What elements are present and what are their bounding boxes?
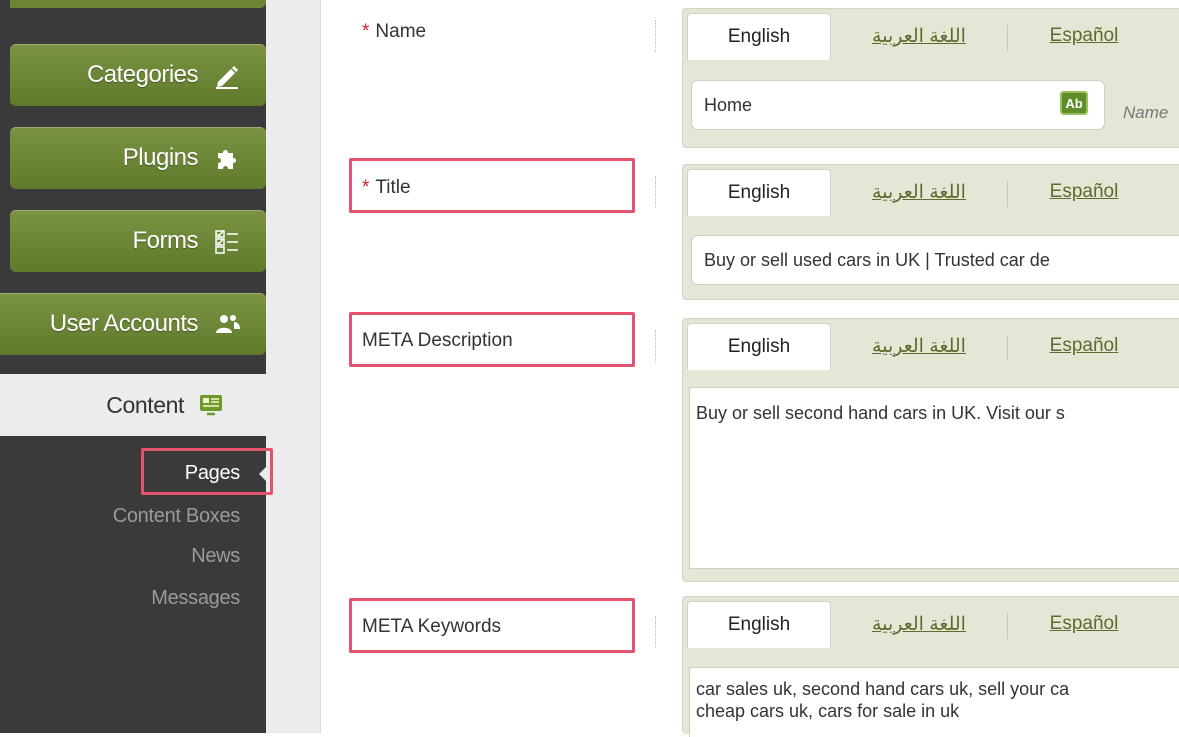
meta-description-label: META Description — [362, 330, 513, 351]
nav-user-accounts-button[interactable]: User Accounts — [0, 293, 266, 355]
name-field-panel: English اللغة العربية Español Home Ab Na… — [682, 8, 1179, 148]
nav-plugins-button[interactable]: Plugins — [10, 127, 266, 189]
nav-categories-button[interactable]: Categories — [10, 44, 266, 106]
tab-arabic[interactable]: اللغة العربية — [831, 323, 1007, 369]
tab-spanish[interactable]: Español — [1009, 323, 1159, 369]
monitor-icon — [198, 392, 224, 418]
tab-spanish[interactable]: Español — [1009, 13, 1159, 59]
language-tabs: English اللغة العربية Español — [687, 9, 1179, 60]
label-divider — [655, 616, 657, 648]
label-divider — [655, 176, 657, 208]
title-field-panel: English اللغة العربية Español Buy or sel… — [682, 164, 1179, 300]
meta-description-textarea[interactable]: Buy or sell second hand cars in UK. Visi… — [689, 387, 1179, 569]
sub-item-news[interactable]: News — [191, 545, 240, 568]
tab-arabic[interactable]: اللغة العربية — [831, 601, 1007, 647]
tab-english[interactable]: English — [687, 169, 831, 216]
tab-spanish[interactable]: Español — [1009, 169, 1159, 215]
nav-label: User Accounts — [49, 310, 199, 337]
checklist-icon — [212, 226, 242, 256]
users-icon — [212, 309, 242, 339]
nav-label: Categories — [86, 61, 199, 88]
sub-item-content-boxes[interactable]: Content Boxes — [113, 505, 241, 528]
nav-button-edge — [10, 0, 266, 8]
meta-description-field-panel: English اللغة العربية Español Buy or sel… — [682, 318, 1179, 582]
title-input[interactable]: Buy or sell used cars in UK | Trusted ca… — [691, 235, 1179, 285]
name-hint: Name — [1123, 103, 1169, 122]
nav-label: Forms — [132, 227, 199, 254]
language-tabs: English اللغة العربية Español — [687, 319, 1179, 370]
pencil-icon — [212, 60, 242, 90]
tab-separator — [1007, 613, 1008, 639]
tab-spanish[interactable]: Español — [1009, 601, 1159, 647]
tab-separator — [1007, 25, 1008, 51]
label-divider — [655, 330, 657, 362]
language-tabs: English اللغة العربية Español — [687, 597, 1179, 648]
sidebar-gutter — [266, 0, 321, 733]
name-label: * Name — [362, 21, 427, 42]
puzzle-icon — [212, 143, 242, 173]
meta-keywords-label: META Keywords — [362, 616, 502, 637]
title-label: * Title — [362, 177, 411, 198]
tab-separator — [1007, 335, 1008, 361]
keywords-line: cheap cars uk, cars for sale in uk — [696, 701, 960, 721]
sub-item-pages[interactable]: Pages — [185, 462, 241, 485]
meta-keywords-field-panel: English اللغة العربية Español car sales … — [682, 596, 1179, 737]
nav-forms-button[interactable]: Forms — [10, 210, 266, 272]
tab-separator — [1007, 181, 1008, 207]
keywords-line: car sales uk, second hand cars uk, sell … — [696, 679, 1070, 699]
tab-arabic[interactable]: اللغة العربية — [831, 169, 1007, 215]
name-input[interactable]: Home — [691, 80, 1105, 130]
sub-item-messages[interactable]: Messages — [151, 587, 240, 610]
ab-text-icon[interactable]: Ab — [1060, 91, 1088, 115]
meta-keywords-textarea[interactable]: car sales uk, second hand cars uk, sell … — [689, 667, 1179, 737]
tab-english[interactable]: English — [687, 323, 831, 370]
sidebar: Categories Plugins Forms User Accounts P… — [0, 0, 266, 733]
nav-content-section[interactable]: Content — [0, 374, 320, 436]
language-tabs: English اللغة العربية Español — [687, 165, 1179, 216]
nav-label: Content — [106, 391, 184, 418]
nav-label: Plugins — [122, 144, 199, 171]
tab-arabic[interactable]: اللغة العربية — [831, 13, 1007, 59]
label-divider — [655, 20, 657, 52]
tab-english[interactable]: English — [687, 13, 831, 60]
tab-english[interactable]: English — [687, 601, 831, 648]
active-item-arrow — [259, 466, 267, 482]
